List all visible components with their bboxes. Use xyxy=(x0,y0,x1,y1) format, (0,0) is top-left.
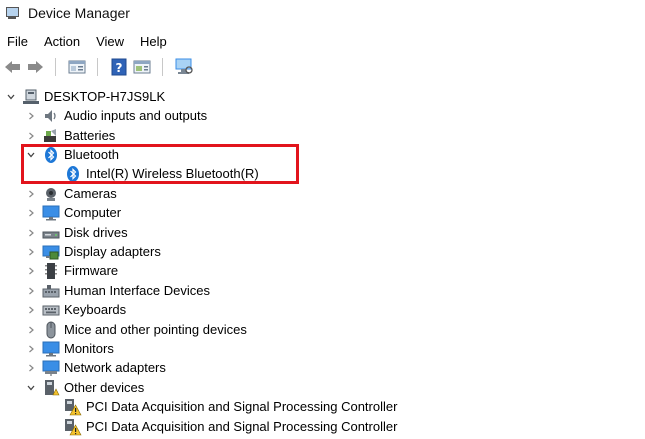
tree-item-cameras[interactable]: Cameras xyxy=(25,184,117,203)
tree-item-display-adapters[interactable]: Display adapters xyxy=(25,242,161,261)
chevron-right-icon[interactable] xyxy=(25,106,37,125)
category-label: Bluetooth xyxy=(64,147,119,162)
category-label: Display adapters xyxy=(64,244,161,259)
category-label: Keyboards xyxy=(64,302,127,317)
toolbar-separator xyxy=(97,58,98,76)
device-tree: DESKTOP-H7JS9LK Audio inputs and outputs… xyxy=(0,84,645,439)
device-label: PCI Data Acquisition and Signal Processi… xyxy=(86,399,398,414)
category-label: Other devices xyxy=(64,380,145,395)
chevron-down-icon[interactable] xyxy=(25,378,37,397)
warning-device-icon xyxy=(64,398,82,416)
toolbar-separator xyxy=(55,58,56,76)
menu-view[interactable]: View xyxy=(89,34,131,49)
mouse-icon xyxy=(42,321,60,339)
svg-text:?: ? xyxy=(116,61,123,75)
chevron-right-icon[interactable] xyxy=(25,184,37,203)
category-label: Mice and other pointing devices xyxy=(64,322,247,337)
window-title: Device Manager xyxy=(28,5,130,21)
tree-root[interactable]: DESKTOP-H7JS9LK xyxy=(5,87,165,106)
category-label: Audio inputs and outputs xyxy=(64,108,208,123)
speaker-icon xyxy=(42,107,60,125)
tree-item-hid[interactable]: Human Interface Devices xyxy=(25,281,210,300)
chevron-right-icon[interactable] xyxy=(25,242,37,261)
update-driver-icon[interactable] xyxy=(132,57,152,77)
menu-help[interactable]: Help xyxy=(133,34,174,49)
camera-icon xyxy=(42,185,60,203)
tree-item-monitors[interactable]: Monitors xyxy=(25,339,114,358)
chevron-right-icon[interactable] xyxy=(25,281,37,300)
category-label: Disk drives xyxy=(64,225,128,240)
chevron-down-icon[interactable] xyxy=(5,87,17,106)
bluetooth-icon xyxy=(42,146,60,164)
chevron-right-icon[interactable] xyxy=(25,126,37,145)
category-label: Batteries xyxy=(64,128,116,143)
other-devices-icon xyxy=(42,379,60,397)
computer-root-icon xyxy=(22,88,40,106)
chevron-right-icon[interactable] xyxy=(25,261,37,280)
tree-item-audio[interactable]: Audio inputs and outputs xyxy=(25,106,207,125)
tree-item-computer[interactable]: Computer xyxy=(25,203,121,222)
menu-file[interactable]: File xyxy=(0,34,35,49)
network-adapter-icon xyxy=(42,359,60,377)
keyboard-icon xyxy=(42,301,60,319)
bluetooth-icon xyxy=(64,165,82,183)
tree-item-network-adapters[interactable]: Network adapters xyxy=(25,358,166,377)
battery-icon xyxy=(42,127,60,145)
root-label: DESKTOP-H7JS9LK xyxy=(44,89,166,104)
device-label: Intel(R) Wireless Bluetooth(R) xyxy=(86,166,259,181)
category-label: Computer xyxy=(64,205,122,220)
help-icon[interactable]: ? xyxy=(109,57,129,77)
forward-arrow-icon[interactable] xyxy=(25,57,45,77)
menu-action[interactable]: Action xyxy=(37,34,87,49)
category-label: Network adapters xyxy=(64,360,166,375)
firmware-chip-icon xyxy=(42,262,60,280)
menu-bar: File Action View Help xyxy=(0,30,645,52)
category-label: Monitors xyxy=(64,341,114,356)
chevron-right-icon[interactable] xyxy=(25,339,37,358)
category-label: Human Interface Devices xyxy=(64,283,210,298)
tree-item-pci-controller-2[interactable]: PCI Data Acquisition and Signal Processi… xyxy=(64,417,397,436)
scan-hardware-icon[interactable] xyxy=(174,57,194,77)
properties-icon[interactable] xyxy=(67,57,87,77)
chevron-right-icon[interactable] xyxy=(25,223,37,242)
warning-device-icon xyxy=(64,418,82,436)
category-label: Firmware xyxy=(64,263,119,278)
device-label: PCI Data Acquisition and Signal Processi… xyxy=(86,419,398,434)
disk-drive-icon xyxy=(42,224,60,242)
chevron-right-icon[interactable] xyxy=(25,320,37,339)
chevron-down-icon[interactable] xyxy=(25,145,37,164)
monitor-icon xyxy=(42,204,60,222)
chevron-right-icon[interactable] xyxy=(25,358,37,377)
back-arrow-icon[interactable] xyxy=(3,57,23,77)
monitor-icon xyxy=(42,340,60,358)
tree-item-intel-bluetooth[interactable]: Intel(R) Wireless Bluetooth(R) xyxy=(64,164,259,183)
hid-icon xyxy=(42,282,60,300)
device-manager-icon xyxy=(5,6,19,20)
tree-item-other-devices[interactable]: Other devices xyxy=(25,378,144,397)
tree-item-mice[interactable]: Mice and other pointing devices xyxy=(25,320,247,339)
category-label: Cameras xyxy=(64,186,117,201)
tree-item-pci-controller-1[interactable]: PCI Data Acquisition and Signal Processi… xyxy=(64,397,397,416)
tree-item-batteries[interactable]: Batteries xyxy=(25,126,115,145)
chevron-right-icon[interactable] xyxy=(25,203,37,222)
display-adapter-icon xyxy=(42,243,60,261)
tree-item-firmware[interactable]: Firmware xyxy=(25,261,118,280)
title-bar: Device Manager xyxy=(0,0,645,26)
tree-item-bluetooth[interactable]: Bluetooth xyxy=(25,145,119,164)
toolbar-separator xyxy=(162,58,163,76)
tree-item-disk-drives[interactable]: Disk drives xyxy=(25,223,128,242)
toolbar: ? xyxy=(0,54,645,80)
chevron-right-icon[interactable] xyxy=(25,300,37,319)
tree-item-keyboards[interactable]: Keyboards xyxy=(25,300,126,319)
